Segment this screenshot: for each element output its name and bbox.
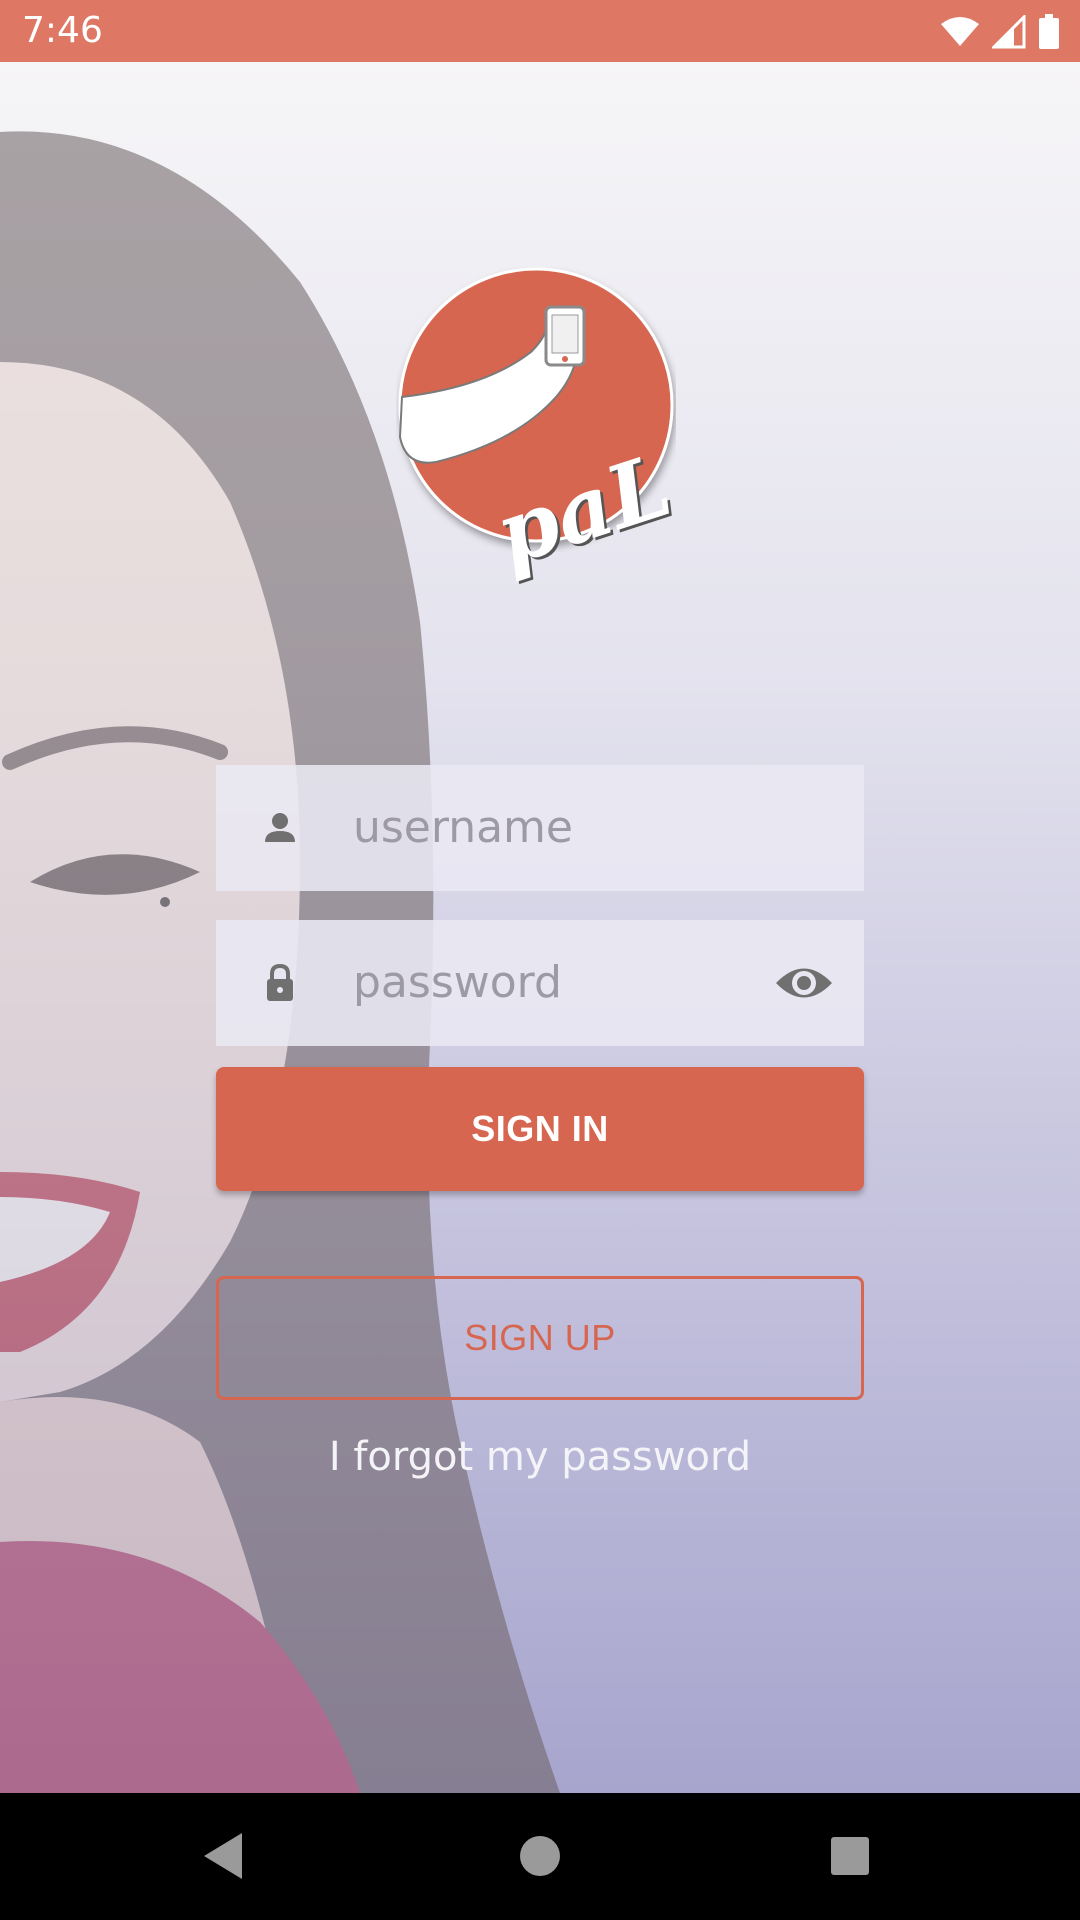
status-bar: 7:46: [0, 0, 1080, 62]
password-input[interactable]: password: [353, 920, 562, 1046]
password-field[interactable]: password: [216, 920, 864, 1046]
username-input[interactable]: username: [353, 765, 573, 891]
sign-up-button[interactable]: SIGN UP: [216, 1276, 864, 1400]
login-screen: paL username password SIGN IN SIGN UP I …: [0, 62, 1080, 1793]
back-icon[interactable]: [192, 1823, 258, 1889]
battery-icon: [1039, 14, 1059, 49]
home-icon[interactable]: [507, 1823, 573, 1889]
lock-icon: [267, 963, 293, 1001]
nav-bar: [0, 1793, 1080, 1920]
recents-icon[interactable]: [817, 1823, 883, 1889]
sign-in-button[interactable]: SIGN IN: [216, 1067, 864, 1191]
status-icons: [940, 12, 1060, 52]
signal-icon: [992, 15, 1026, 49]
status-time: 7:46: [22, 10, 103, 51]
forgot-password-link[interactable]: I forgot my password: [216, 1427, 864, 1487]
wifi-icon: [941, 17, 979, 46]
eye-icon[interactable]: [774, 958, 834, 1008]
person-icon: [265, 813, 295, 842]
username-field[interactable]: username: [216, 765, 864, 891]
